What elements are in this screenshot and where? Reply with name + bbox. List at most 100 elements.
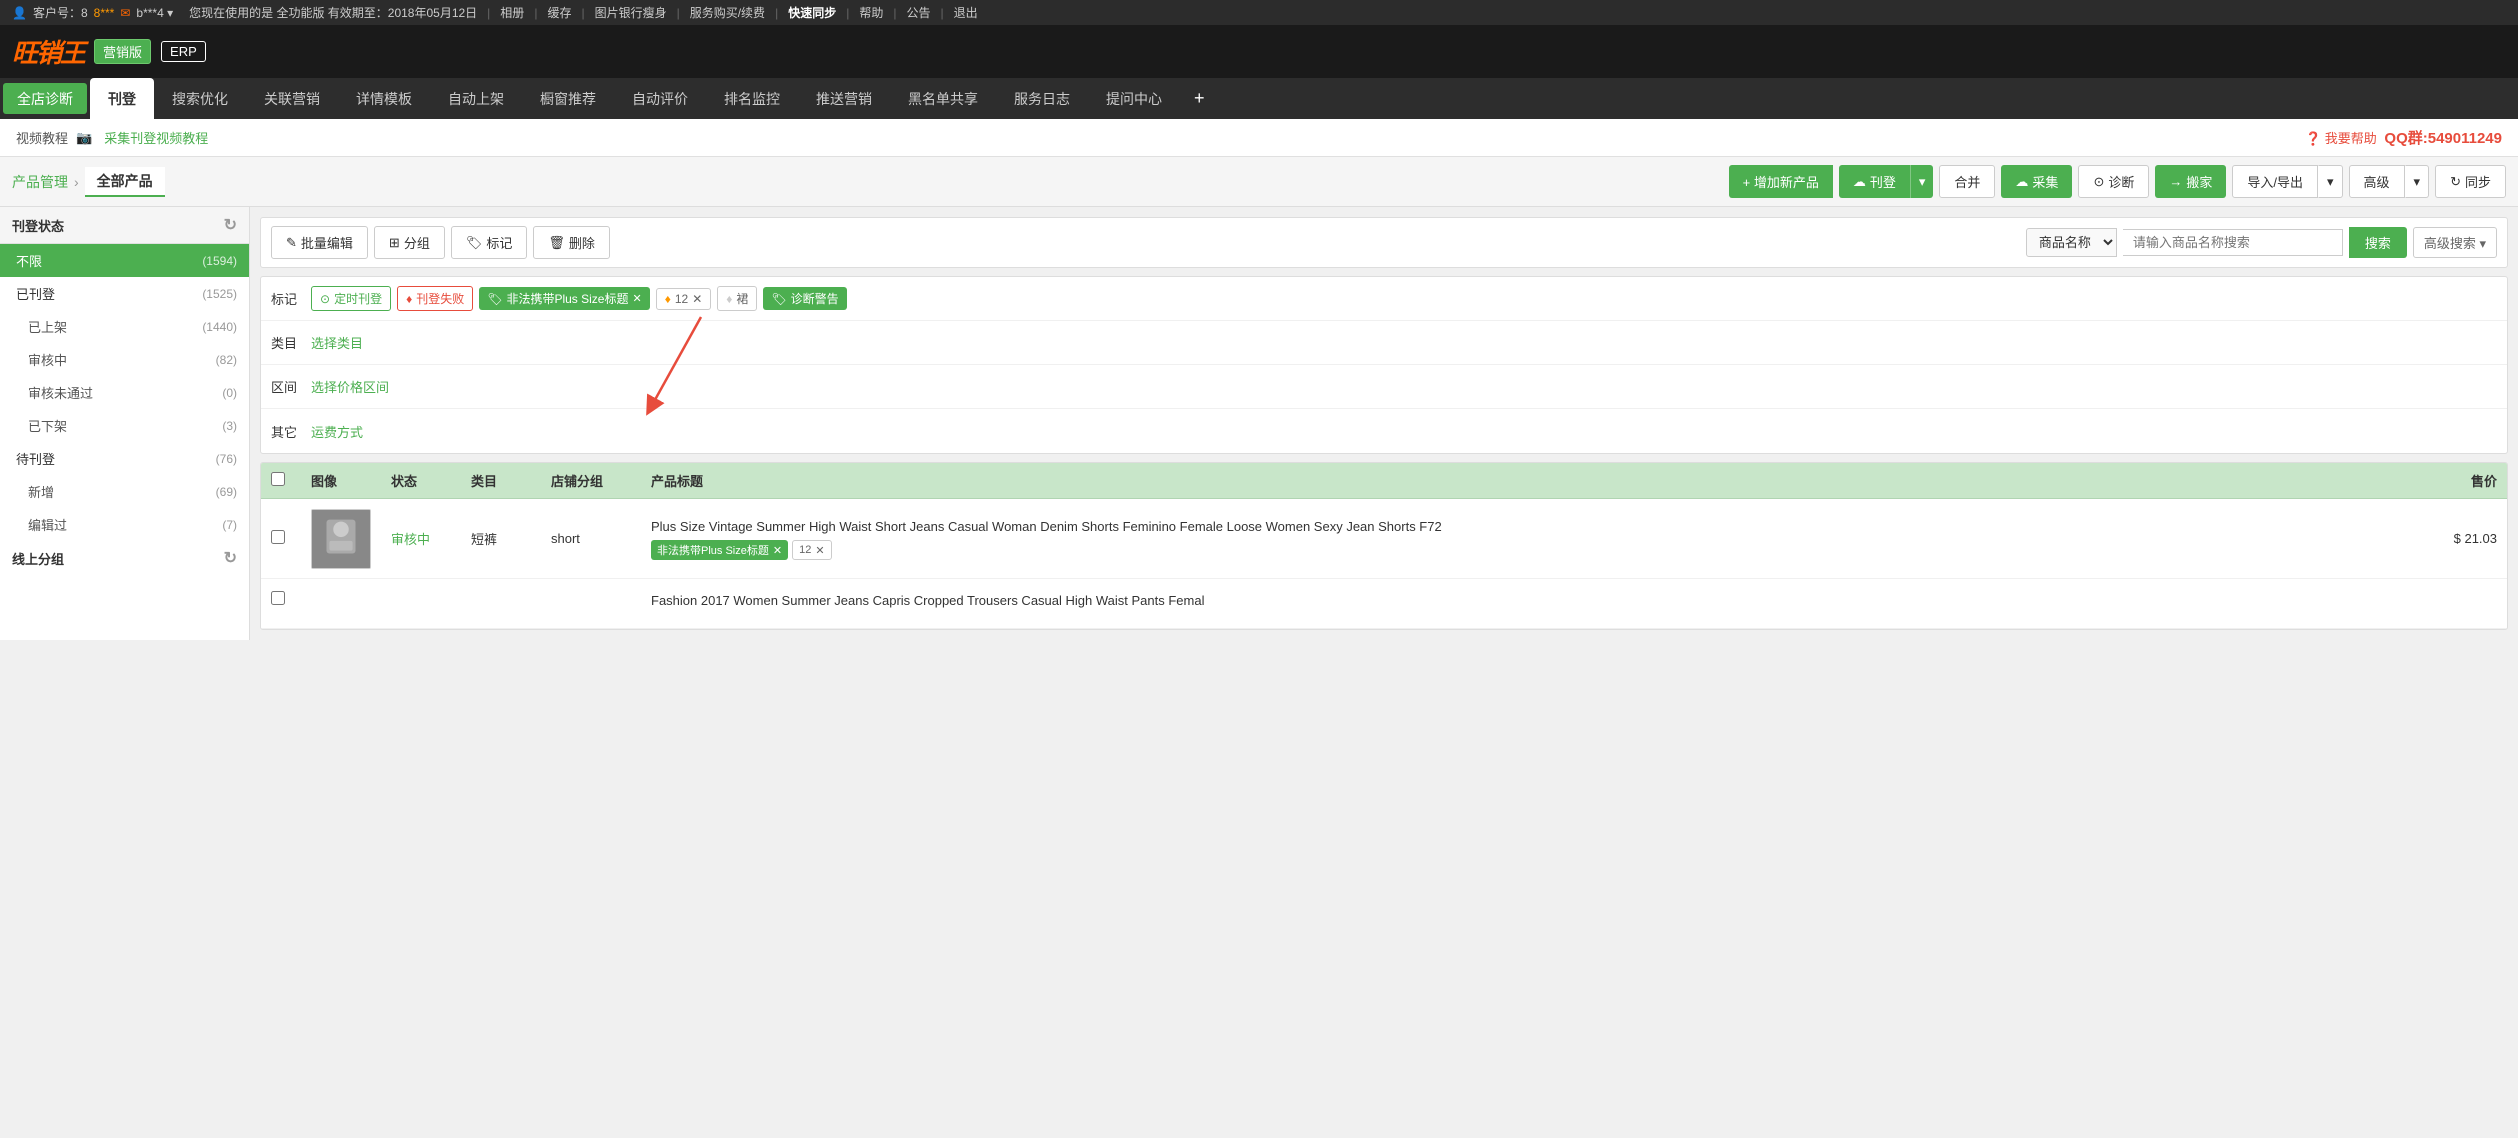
nav-related-marketing[interactable]: 关联营销	[246, 78, 338, 119]
refresh-icon[interactable]: ↻	[224, 215, 237, 235]
tag-scheduled[interactable]: ⊙ 定时刊登	[311, 286, 391, 311]
nav-plus[interactable]: +	[1180, 78, 1219, 119]
nav-blacklist[interactable]: 黑名单共享	[890, 78, 996, 119]
nav-auto-review[interactable]: 自动评价	[614, 78, 706, 119]
nav-quandian[interactable]: 全店诊断	[3, 83, 87, 114]
search-button[interactable]: 搜索	[2349, 227, 2407, 258]
badge-yingxiao[interactable]: 营销版	[94, 39, 151, 64]
filter-edited[interactable]: 编辑过 (7)	[0, 508, 249, 541]
nav-window-recommend[interactable]: 橱窗推荐	[522, 78, 614, 119]
tag-failed[interactable]: ♦ 刊登失败	[397, 286, 473, 311]
nav-question-center[interactable]: 提问中心	[1088, 78, 1180, 119]
row1-tag-number-close[interactable]: ✕	[815, 544, 824, 557]
diamond-gray-icon: ♦	[726, 292, 732, 306]
select-all-checkbox[interactable]	[271, 472, 285, 486]
collect-icon: ☁	[2015, 174, 2028, 190]
row2-title[interactable]: Fashion 2017 Women Summer Jeans Capris C…	[651, 591, 2387, 611]
row1-tag-illegal[interactable]: 非法携带Plus Size标题 ✕	[651, 540, 788, 560]
nav-push-marketing[interactable]: 推送营销	[798, 78, 890, 119]
filter-unlimited[interactable]: 不限 (1594)	[0, 244, 249, 277]
row1-shop-group: short	[551, 531, 651, 546]
cache-link[interactable]: 缓存	[547, 4, 571, 21]
category-select-link[interactable]: 选择类目	[311, 333, 363, 352]
filter-new[interactable]: 新增 (69)	[0, 475, 249, 508]
row1-checkbox[interactable]	[271, 530, 311, 547]
tag-skirt[interactable]: ♦ 裙	[717, 286, 757, 311]
batch-edit-button[interactable]: ✎ 批量编辑	[271, 226, 368, 259]
nav-search-opt[interactable]: 搜索优化	[154, 78, 246, 119]
tag-number-label: 12	[675, 292, 688, 306]
customer-label: 客户号：8	[33, 4, 88, 21]
online-group-refresh[interactable]: ↻	[224, 548, 237, 568]
th-checkbox[interactable]	[271, 472, 311, 489]
tag-illegal-plus-close[interactable]: ✕	[632, 292, 641, 305]
delete-button[interactable]: 🗑 删除	[533, 226, 610, 259]
row1-title[interactable]: Plus Size Vintage Summer High Waist Shor…	[651, 517, 2387, 537]
filter-pending-count: (76)	[216, 452, 237, 466]
import-export-arrow[interactable]: ▾	[2318, 165, 2343, 198]
filter-edited-count: (7)	[222, 518, 237, 532]
publish-arrow-button[interactable]: ▾	[1910, 165, 1934, 198]
tag-number-close[interactable]: ✕	[692, 292, 702, 306]
filter-pending[interactable]: 待刊登 (76)	[0, 442, 249, 475]
logout-link[interactable]: 退出	[954, 4, 978, 21]
product-image-1[interactable]	[311, 509, 371, 569]
nav-service-log[interactable]: 服务日志	[996, 78, 1088, 119]
help-link[interactable]: 帮助	[859, 4, 883, 21]
tutorial-label: 视频教程	[16, 128, 68, 147]
tag-button[interactable]: 🏷 标记	[451, 226, 528, 259]
tutorial-link[interactable]: 采集刊登视频教程	[104, 128, 208, 147]
search-input[interactable]	[2123, 229, 2343, 256]
filter-off-shelf[interactable]: 已下架 (3)	[0, 409, 249, 442]
merge-button[interactable]: 合并	[1939, 165, 1995, 198]
row1-tag-number[interactable]: 12 ✕	[792, 540, 831, 560]
account-id: b***4 ▾	[136, 6, 173, 20]
filter-row-category: 类目 选择类目	[261, 321, 2507, 365]
row2-checkbox[interactable]	[271, 591, 311, 608]
move-button[interactable]: → 搬家	[2155, 165, 2226, 198]
row1-tag-illegal-close[interactable]: ✕	[773, 544, 782, 557]
collect-button[interactable]: ☁ 采集	[2001, 165, 2072, 198]
search-area: 商品名称 搜索 高级搜索 ▾	[2026, 227, 2497, 258]
group-button[interactable]: ⊞ 分组	[374, 226, 445, 259]
breadcrumb-parent[interactable]: 产品管理	[12, 172, 68, 192]
filter-reviewing[interactable]: 审核中 (82)	[0, 343, 249, 376]
tag-diagnose-label: 诊断警告	[791, 290, 839, 307]
filter-review-failed-count: (0)	[222, 386, 237, 400]
filter-tags-area: 标记 ⊙ 定时刊登 ♦ 刊登失败 🏷 非法携带Plus Size标题 ✕	[260, 276, 2508, 454]
advanced-search-button[interactable]: 高级搜索 ▾	[2413, 227, 2497, 258]
badge-erp[interactable]: ERP	[161, 41, 206, 62]
advanced-button[interactable]: 高级	[2349, 165, 2405, 198]
advanced-arrow[interactable]: ▾	[2405, 165, 2430, 198]
notice-link[interactable]: 公告	[906, 4, 930, 21]
tag-illegal-plus[interactable]: 🏷 非法携带Plus Size标题 ✕	[479, 287, 649, 310]
tag-scheduled-label: 定时刊登	[334, 290, 382, 307]
filter-review-failed[interactable]: 审核未通过 (0)	[0, 376, 249, 409]
range-select-link[interactable]: 选择价格区间	[311, 377, 389, 396]
table-header: 图像 状态 类目 店铺分组 产品标题 售价	[261, 463, 2507, 499]
filter-published[interactable]: 已刊登 (1525)	[0, 277, 249, 310]
album-link[interactable]: 相册	[500, 4, 524, 21]
tag-diagnose-warning[interactable]: 🏷 诊断警告	[763, 287, 846, 310]
add-product-button[interactable]: + 增加新产品	[1729, 165, 1833, 198]
sync-button[interactable]: ↻ 同步	[2435, 165, 2506, 198]
customer-id: 8***	[94, 6, 115, 20]
publish-status-label: 刊登状态	[12, 216, 64, 235]
nav-auto-publish[interactable]: 自动上架	[430, 78, 522, 119]
search-select[interactable]: 商品名称	[2026, 228, 2117, 257]
tag-number-12[interactable]: ♦ 12 ✕	[656, 288, 712, 310]
publish-main-button[interactable]: ☁ 刊登	[1839, 165, 1910, 198]
nav-kandeng[interactable]: 刊登	[90, 78, 154, 119]
other-select-link[interactable]: 运费方式	[311, 422, 363, 441]
nav-template[interactable]: 详情模板	[338, 78, 430, 119]
quick-sync-link[interactable]: 快速同步	[788, 4, 836, 21]
filter-on-shelf[interactable]: 已上架 (1440)	[0, 310, 249, 343]
service-link[interactable]: 服务购买/续费	[690, 4, 765, 21]
batch-edit-label: 批量编辑	[301, 233, 353, 252]
diagnose-button[interactable]: ⊙ 诊断	[2078, 165, 2149, 198]
filter-new-count: (69)	[216, 485, 237, 499]
nav-rank-monitor[interactable]: 排名监控	[706, 78, 798, 119]
import-export-button[interactable]: 导入/导出	[2232, 165, 2318, 198]
slim-link[interactable]: 图片银行瘦身	[595, 4, 667, 21]
tutorial-right: ❓ 我要帮助 QQ群:549011249	[2305, 127, 2502, 148]
